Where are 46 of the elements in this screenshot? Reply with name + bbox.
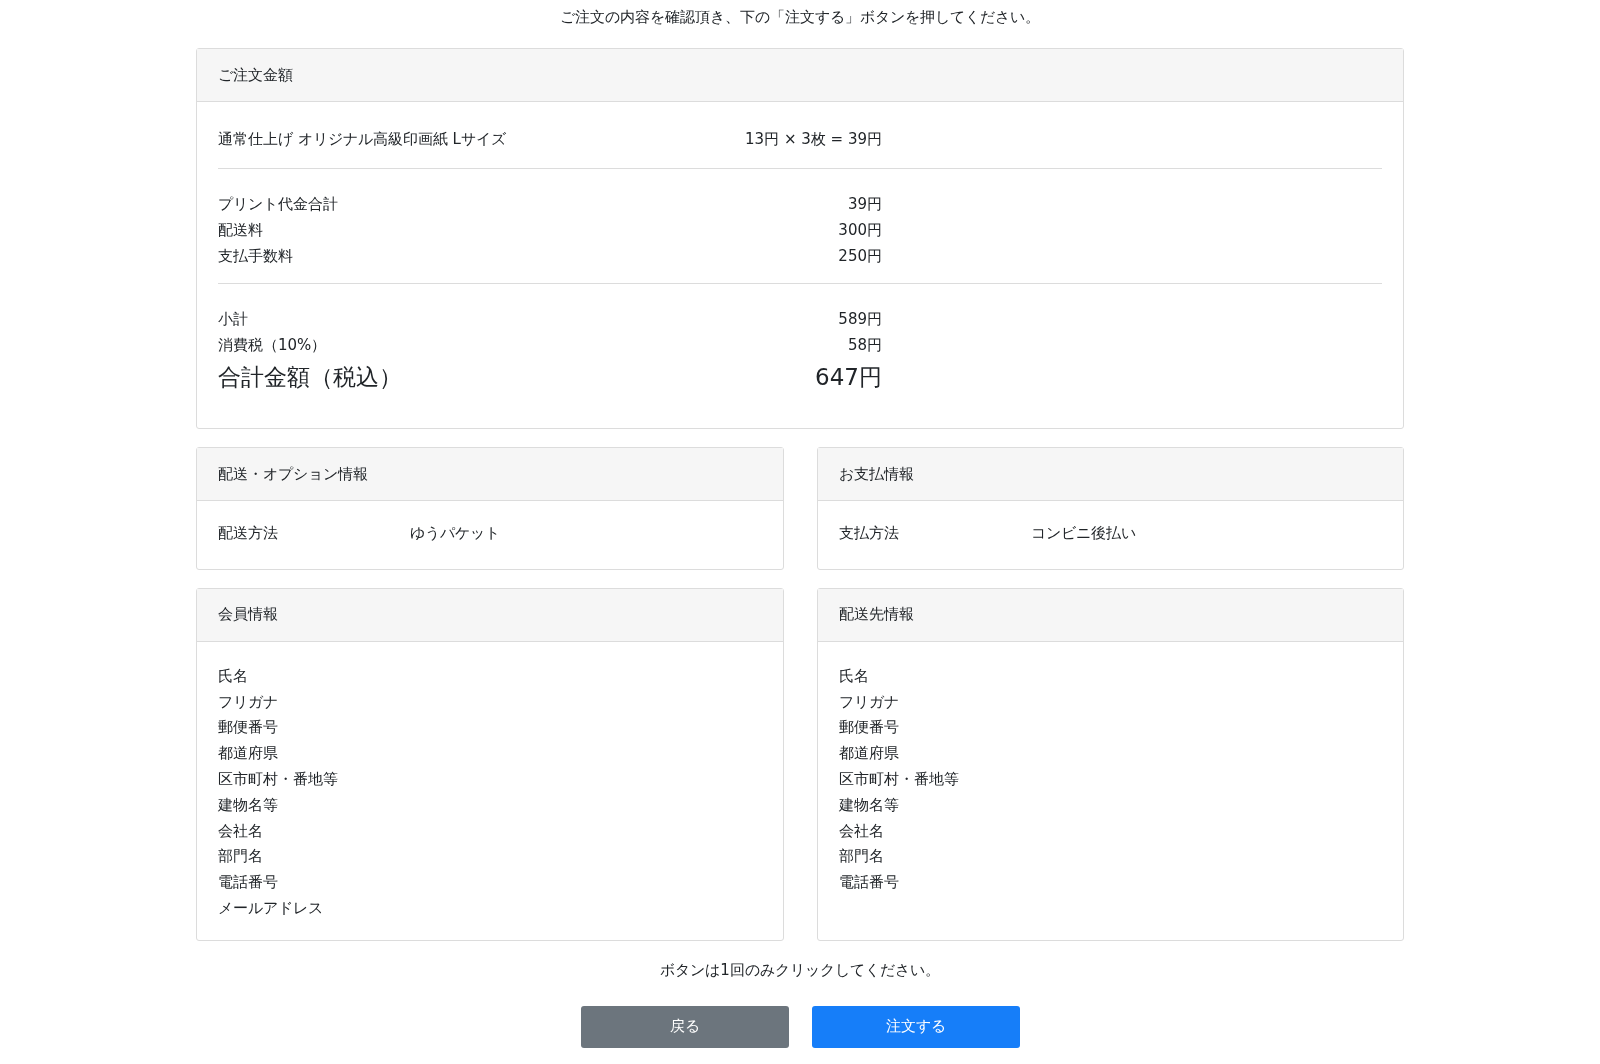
field-label: 郵便番号 [218,717,279,739]
field-label: 建物名等 [838,794,900,816]
field-label: 氏名 [838,665,870,687]
field-label: 郵便番号 [838,717,900,739]
item-amount: 58円 [847,335,882,356]
item-amount: 589円 [838,309,882,330]
field-label: 会社名 [218,820,264,842]
back-button[interactable]: 戻る [580,1005,789,1048]
item-amount: 300円 [838,220,882,241]
field-label: 会社名 [838,820,885,842]
item-label: 消費税（10%） [218,335,327,356]
field-label: 区市町村・番地等 [838,769,960,790]
field-label: 電話番号 [218,872,279,894]
field-label: 建物名等 [218,794,279,816]
field-label: 区市町村・番地等 [218,769,339,790]
field-label: 都道府県 [218,743,279,765]
field-label: メールアドレス [218,897,324,919]
field-label: 氏名 [218,665,249,687]
field-label: 部門名 [838,846,885,868]
item-amount: 250円 [838,246,882,267]
field-label: フリガナ [218,691,279,713]
item-label: プリント代金合計 [218,194,338,215]
card-header: ご注文金額 [197,49,1403,102]
total-label: 合計金額（税込） [218,363,402,392]
instruction-text: ご注文の内容を確認頂き、下の「注文する」ボタンを押してください。 [559,8,1041,28]
field-label: 支払方法 [838,523,900,544]
field-label: 部門名 [218,846,264,868]
card-header: 配送・オプション情報 [197,448,783,501]
card-header: 会員情報 [197,588,783,642]
field-label: 電話番号 [838,872,900,894]
card-header: 配送先情報 [817,588,1403,642]
item-label: 小計 [218,309,248,330]
item-label: 配送料 [218,220,263,241]
order-button[interactable]: 注文する [811,1005,1020,1048]
item-label: 支払手数料 [218,246,293,267]
field-value: コンビニ後払い [1030,523,1136,544]
item-label: 通常仕上げ オリジナル高級印画紙 Lサイズ [218,129,506,150]
field-label: 配送方法 [218,523,279,544]
item-amount: 13円 × 3枚 = 39円 [745,129,882,150]
field-value: ゆうパケット [410,523,500,544]
note-text: ボタンは1回のみクリックしてください。 [659,960,941,980]
item-amount: 39円 [847,194,882,215]
field-label: フリガナ [838,691,900,713]
field-label: 都道府県 [838,743,900,765]
card-header: お支払情報 [817,448,1403,501]
total-amount: 647円 [815,363,882,392]
